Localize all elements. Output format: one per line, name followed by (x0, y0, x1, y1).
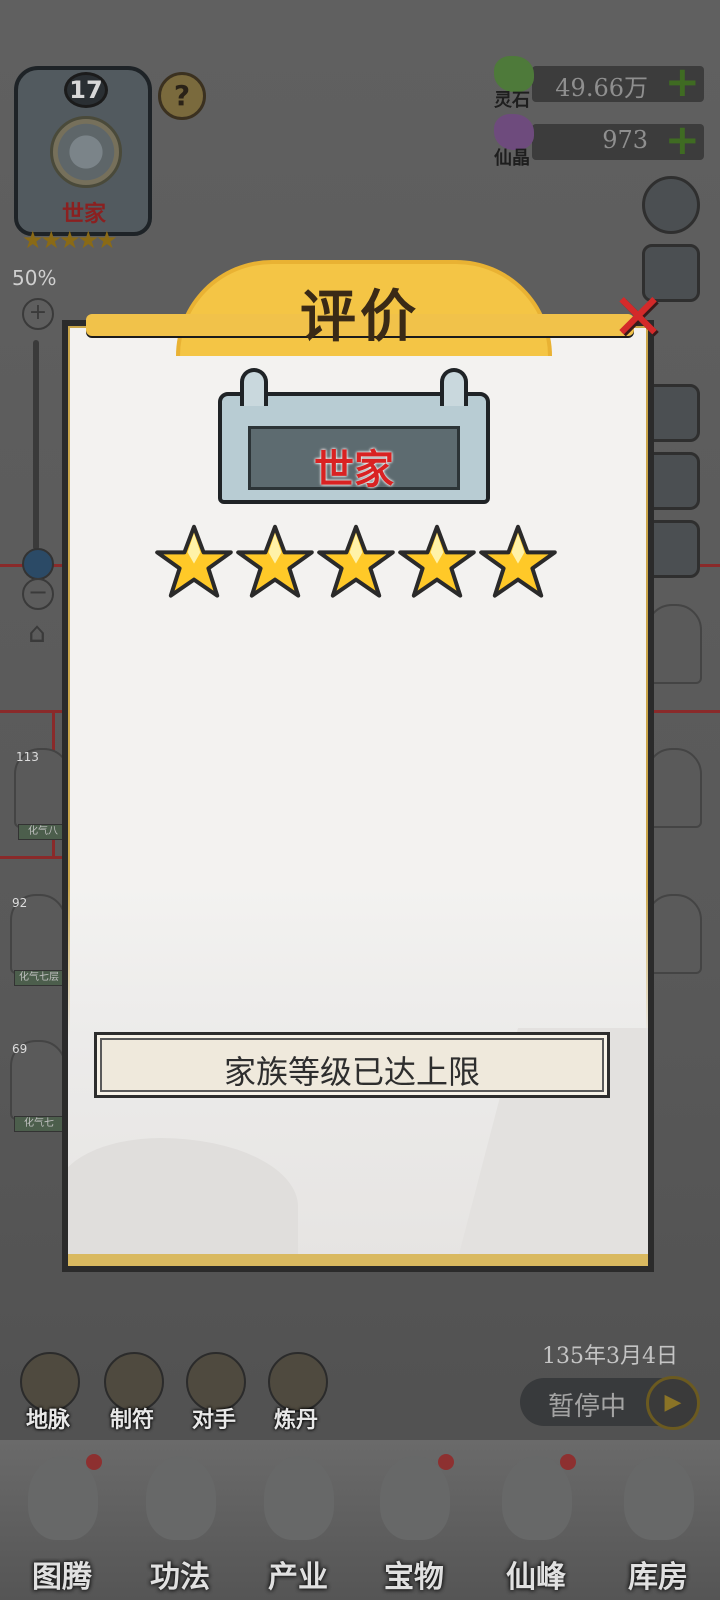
max-level-text: 家族等级已达上限 (223, 1053, 480, 1091)
member-portrait[interactable]: 92 化气七层 (10, 894, 66, 986)
taiji-settings-icon[interactable] (642, 176, 700, 234)
member-level: 113 (16, 750, 39, 764)
notification-dot (438, 1454, 454, 1470)
storage-bag-icon (624, 1456, 694, 1540)
dialog-title: 评价 (300, 284, 420, 350)
peak-icon (502, 1456, 572, 1540)
zoom-out-button[interactable]: − (22, 578, 54, 610)
close-icon[interactable]: ✕ (610, 286, 666, 350)
member-realm: 化气七层 (14, 970, 64, 986)
help-button[interactable]: ? (158, 72, 206, 120)
max-level-notice: 家族等级已达上限 (94, 1032, 610, 1098)
resource-value: 49.66万 (555, 74, 648, 102)
star-icon (236, 524, 314, 598)
notification-dot (560, 1454, 576, 1470)
rank-plaque-inner: 世家 (248, 426, 460, 493)
resource-xianjing: 973 + 仙晶 (494, 114, 704, 169)
add-lingshi-button[interactable]: + (665, 60, 700, 104)
dialog-header: 评价 (86, 260, 634, 356)
member-realm: 化气七 (14, 1116, 64, 1132)
nav-kufang[interactable]: 库房 (600, 1440, 716, 1600)
nav-label: 功法 (150, 1560, 210, 1595)
family-crest[interactable]: 17 世家 (14, 66, 152, 236)
member-portrait[interactable]: 69 化气七 (10, 1040, 66, 1132)
resource-lingshi: 49.66万 + 灵石 (494, 56, 704, 111)
nav-xianfeng[interactable]: 仙峰 (478, 1440, 594, 1600)
rank-plaque: 世家 (218, 368, 490, 504)
family-rank-title: 世家 (314, 446, 394, 493)
nav-baowu[interactable]: 宝物 (356, 1440, 472, 1600)
dialog-bottom-trim (68, 1254, 648, 1266)
crest-emblem-icon (50, 116, 122, 188)
member-portrait[interactable] (646, 604, 702, 684)
member-portrait[interactable] (646, 894, 702, 974)
locate-icon[interactable]: ⌂ (20, 616, 54, 649)
member-level: 69 (12, 1042, 28, 1056)
star-icon (317, 524, 395, 598)
tool-label: 制符 (109, 1408, 154, 1433)
resource-name: 仙晶 (494, 148, 530, 169)
nav-totem[interactable]: 图腾 (4, 1440, 120, 1600)
nav-gongfa[interactable]: 功法 (122, 1440, 238, 1600)
nav-label: 仙峰 (506, 1560, 566, 1595)
star-icon (398, 524, 476, 598)
family-level: 17 (64, 72, 108, 108)
resource-name: 灵石 (494, 90, 530, 111)
tool-label: 炼丹 (273, 1408, 318, 1433)
zoom-slider-track[interactable] (33, 340, 39, 550)
totem-icon (28, 1456, 98, 1540)
star-icon (479, 524, 557, 598)
member-level: 92 (12, 896, 28, 910)
add-xianjing-button[interactable]: + (665, 118, 700, 162)
notification-dot (86, 1454, 102, 1470)
resource-value: 973 (602, 126, 648, 154)
tool-duishou[interactable]: 对手 (178, 1352, 250, 1433)
play-icon[interactable]: ▶ (646, 1376, 700, 1430)
plaque-horn (440, 368, 468, 406)
zoom-slider-handle[interactable] (22, 548, 54, 580)
nav-label: 宝物 (384, 1560, 444, 1595)
tool-liandan[interactable]: 炼丹 (260, 1352, 332, 1433)
tool-dimai[interactable]: 地脉 (12, 1352, 84, 1433)
crest-stars: ★★★★★ (22, 226, 118, 254)
technique-icon (146, 1456, 216, 1540)
rating-stars (154, 522, 558, 602)
tool-label: 地脉 (25, 1408, 70, 1433)
member-portrait[interactable] (646, 748, 702, 828)
game-date: 135年3月4日 (542, 1344, 678, 1369)
zoom-percent: 50% (12, 266, 57, 290)
industry-icon (264, 1456, 334, 1540)
tool-label: 对手 (191, 1408, 236, 1433)
family-tree-line (0, 856, 70, 859)
family-rank: 世家 (61, 202, 106, 227)
pause-toggle[interactable]: 暂停中 ▶ (520, 1376, 700, 1430)
nav-label: 库房 (628, 1560, 688, 1595)
nav-label: 图腾 (32, 1560, 92, 1595)
pause-label: 暂停中 (548, 1392, 627, 1422)
nav-chanye[interactable]: 产业 (240, 1440, 356, 1600)
plaque-horn (240, 368, 268, 406)
zoom-in-button[interactable]: + (22, 298, 54, 330)
treasure-icon (380, 1456, 450, 1540)
nav-label: 产业 (268, 1560, 328, 1595)
tool-zhifu[interactable]: 制符 (96, 1352, 168, 1433)
member-realm: 化气八 (18, 824, 68, 840)
star-icon (155, 524, 233, 598)
